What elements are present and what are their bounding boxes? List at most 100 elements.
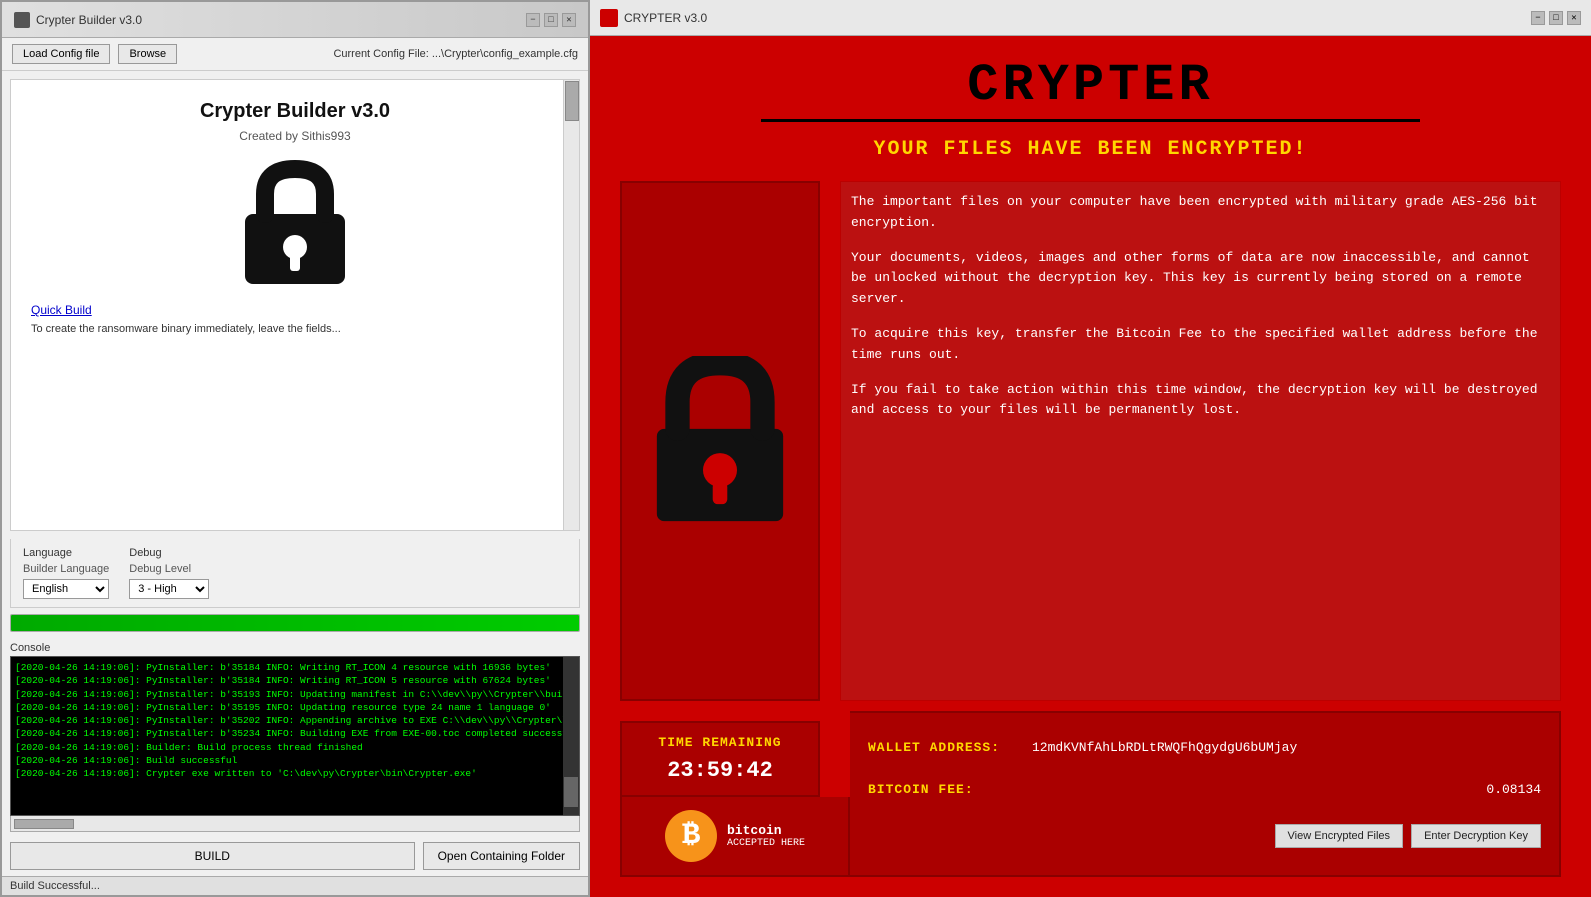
- ransom-subtitle: YOUR FILES HAVE BEEN ENCRYPTED!: [620, 138, 1561, 161]
- load-config-button[interactable]: Load Config file: [12, 44, 110, 64]
- left-close-button[interactable]: ✕: [562, 13, 576, 27]
- console-line: [2020-04-26 14:19:06]: Builder: Build pr…: [15, 741, 575, 754]
- wallet-fee-label: BITCOIN FEE:: [868, 782, 1018, 797]
- ransom-middle: The important files on your computer hav…: [620, 181, 1561, 701]
- ransom-main-title: CRYPTER: [620, 56, 1561, 115]
- right-app-icon: [600, 9, 618, 27]
- right-title-bar: CRYPTER v3.0 − □ ✕: [590, 0, 1591, 36]
- debug-level-label: Debug Level: [129, 563, 209, 575]
- enter-decryption-button[interactable]: Enter Decryption Key: [1411, 824, 1541, 848]
- left-title-left: Crypter Builder v3.0: [14, 12, 142, 28]
- builder-language-label: Builder Language: [23, 563, 109, 575]
- left-title-controls: − □ ✕: [526, 13, 576, 27]
- bitcoin-bottom-text: ACCEPTED HERE: [727, 838, 805, 849]
- timer-value: 23:59:42: [634, 758, 806, 783]
- right-window-title: CRYPTER v3.0: [624, 11, 707, 25]
- ransom-text-para-4: If you fail to take action within this t…: [851, 380, 1550, 422]
- quick-build-section: Quick Build: [31, 301, 559, 319]
- language-group: Language Builder Language English: [23, 547, 109, 599]
- left-title-bar: Crypter Builder v3.0 − □ ✕: [2, 2, 588, 38]
- console-line: [2020-04-26 14:19:06]: PyInstaller: b'35…: [15, 674, 575, 687]
- ransom-title-underline: [761, 119, 1420, 122]
- scroll-thumb[interactable]: [565, 81, 579, 121]
- debug-level-select[interactable]: 3 - High: [129, 579, 209, 599]
- console-line: [2020-04-26 14:19:06]: Crypter exe writt…: [15, 767, 575, 780]
- wallet-address-row: WALLET ADDRESS: 12mdKVNfAhLbRDLtRWQFhQgy…: [868, 740, 1541, 755]
- console-line: [2020-04-26 14:19:06]: PyInstaller: b'35…: [15, 714, 575, 727]
- ransom-lock-icon: [645, 356, 795, 526]
- lock-icon: [235, 159, 355, 289]
- console-line: [2020-04-26 14:19:06]: PyInstaller: b'35…: [15, 688, 575, 701]
- vertical-scrollbar[interactable]: [563, 80, 579, 530]
- ransom-text-para-2: Your documents, videos, images and other…: [851, 248, 1550, 310]
- right-minimize-button[interactable]: −: [1531, 11, 1545, 25]
- scrollable-area: Crypter Builder v3.0 Created by Sithis99…: [10, 79, 580, 531]
- right-title-controls: − □ ✕: [1531, 11, 1581, 25]
- bitcoin-section: ₿ bitcoin ACCEPTED HERE: [620, 797, 850, 877]
- console-scroll-thumb[interactable]: [564, 777, 578, 807]
- console-horizontal-scrollbar[interactable]: [10, 816, 580, 832]
- quick-build-link[interactable]: Quick Build: [31, 303, 92, 317]
- debug-group: Debug Debug Level 3 - High: [129, 547, 209, 599]
- quick-build-description: To create the ransomware binary immediat…: [31, 323, 559, 335]
- progress-section: [10, 614, 580, 632]
- right-panel: CRYPTER v3.0 − □ ✕ CRYPTER YOUR FILES HA…: [590, 0, 1591, 897]
- wallet-fee-row: BITCOIN FEE: 0.08134: [868, 782, 1541, 797]
- console-area: [2020-04-26 14:19:06]: PyInstaller: b'35…: [10, 656, 580, 816]
- hscroll-thumb[interactable]: [14, 819, 74, 829]
- app-icon: [14, 12, 30, 28]
- wallet-section: WALLET ADDRESS: 12mdKVNfAhLbRDLtRWQFhQgy…: [850, 711, 1561, 877]
- ransom-lock-box: [620, 181, 820, 701]
- right-close-button[interactable]: ✕: [1567, 11, 1581, 25]
- wallet-address-value: 12mdKVNfAhLbRDLtRWQFhQgydgU6bUMjay: [1032, 740, 1297, 755]
- form-section: Language Builder Language English Debug …: [10, 539, 580, 608]
- bottom-buttons: BUILD Open Containing Folder: [10, 842, 580, 870]
- toolbar: Load Config file Browse Current Config F…: [2, 38, 588, 71]
- timer-section: TIME REMAINING 23:59:42: [620, 721, 820, 797]
- debug-label: Debug: [129, 547, 209, 559]
- bitcoin-text-block: bitcoin ACCEPTED HERE: [727, 823, 805, 849]
- current-config-label: Current Config File: ...\Crypter\config_…: [333, 48, 578, 60]
- open-folder-button[interactable]: Open Containing Folder: [423, 842, 580, 870]
- console-line: [2020-04-26 14:19:06]: Build successful: [15, 754, 575, 767]
- console-section: Console [2020-04-26 14:19:06]: PyInstall…: [10, 642, 580, 832]
- left-panel: Crypter Builder v3.0 − □ ✕ Load Config f…: [0, 0, 590, 897]
- inner-content: Crypter Builder v3.0 Created by Sithis99…: [11, 80, 579, 355]
- bitcoin-symbol: ₿: [682, 819, 700, 853]
- wallet-address-label: WALLET ADDRESS:: [868, 740, 1018, 755]
- ransom-text-para-1: The important files on your computer hav…: [851, 192, 1550, 234]
- lock-icon-container: [31, 159, 559, 289]
- left-maximize-button[interactable]: □: [544, 13, 558, 27]
- console-scrollbar[interactable]: [563, 657, 579, 815]
- bitcoin-logo: ₿ bitcoin ACCEPTED HERE: [665, 810, 805, 862]
- right-title-left: CRYPTER v3.0: [600, 9, 707, 27]
- browse-button[interactable]: Browse: [118, 44, 177, 64]
- console-label: Console: [10, 642, 580, 654]
- ransom-text-box: The important files on your computer hav…: [840, 181, 1561, 701]
- current-config-path: ...\Crypter\config_example.cfg: [432, 48, 578, 60]
- bitcoin-icon: ₿: [665, 810, 717, 862]
- progress-bar-fill: [11, 615, 579, 631]
- ransom-text-para-3: To acquire this key, transfer the Bitcoi…: [851, 324, 1550, 366]
- right-maximize-button[interactable]: □: [1549, 11, 1563, 25]
- progress-bar: [10, 614, 580, 632]
- status-bar: Build Successful...: [2, 876, 588, 895]
- left-window-title: Crypter Builder v3.0: [36, 13, 142, 27]
- ransom-bottom: TIME REMAINING 23:59:42 ₿ bitcoin ACCEPT…: [620, 711, 1561, 877]
- build-button[interactable]: BUILD: [10, 842, 415, 870]
- language-label: Language: [23, 547, 109, 559]
- current-config-prefix: Current Config File:: [333, 48, 428, 60]
- main-content: Crypter Builder v3.0 Created by Sithis99…: [2, 71, 588, 895]
- bitcoin-top-text: bitcoin: [727, 823, 805, 838]
- ransom-content: CRYPTER YOUR FILES HAVE BEEN ENCRYPTED! …: [590, 36, 1591, 897]
- view-encrypted-button[interactable]: View Encrypted Files: [1275, 824, 1404, 848]
- builder-subtitle: Created by Sithis993: [31, 129, 559, 143]
- language-select[interactable]: English: [23, 579, 109, 599]
- left-bottom-stack: TIME REMAINING 23:59:42 ₿ bitcoin ACCEPT…: [620, 711, 850, 877]
- console-line: [2020-04-26 14:19:06]: PyInstaller: b'35…: [15, 701, 575, 714]
- wallet-buttons: View Encrypted Files Enter Decryption Ke…: [868, 824, 1541, 848]
- form-row: Language Builder Language English Debug …: [23, 547, 567, 599]
- wallet-fee-value: 0.08134: [1486, 782, 1541, 797]
- left-minimize-button[interactable]: −: [526, 13, 540, 27]
- timer-label: TIME REMAINING: [634, 735, 806, 750]
